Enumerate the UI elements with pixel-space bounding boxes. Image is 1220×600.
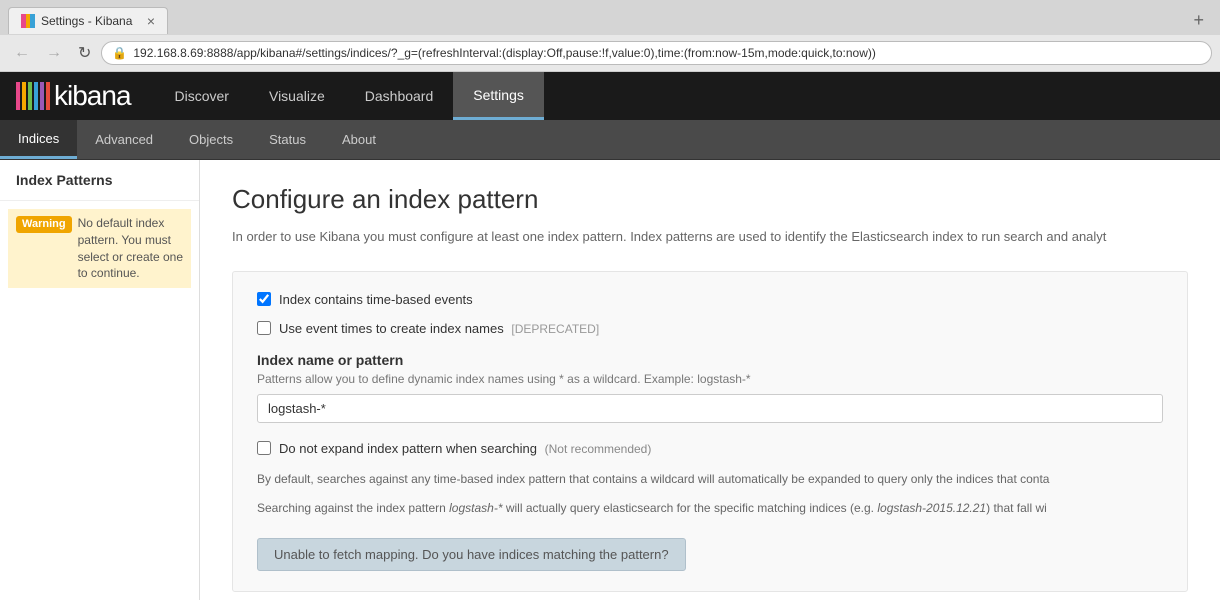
logo-stripes	[16, 82, 50, 110]
refresh-button[interactable]: ↻	[72, 39, 97, 67]
nav-item-settings[interactable]: Settings	[453, 72, 544, 120]
expand-desc-1: By default, searches against any time-ba…	[257, 470, 1163, 489]
kibana-wordmark: kibana	[54, 80, 131, 112]
warning-box: Warning No default index pattern. You mu…	[8, 209, 191, 288]
subnav-item-objects[interactable]: Objects	[171, 120, 251, 159]
expand-desc-2: Searching against the index pattern logs…	[257, 499, 1163, 518]
fetch-mapping-button[interactable]: Unable to fetch mapping. Do you have ind…	[257, 538, 686, 571]
logo-stripe	[34, 82, 38, 110]
nav-item-discover[interactable]: Discover	[155, 72, 249, 120]
page-description: In order to use Kibana you must configur…	[232, 227, 1188, 247]
nav-item-visualize[interactable]: Visualize	[249, 72, 345, 120]
subnav-item-about[interactable]: About	[324, 120, 394, 159]
tab-title: Settings - Kibana	[41, 14, 139, 28]
index-name-section: Index name or pattern Patterns allow you…	[257, 352, 1163, 423]
back-button[interactable]: ←	[8, 40, 36, 66]
warning-text: No default index pattern. You must selec…	[78, 215, 183, 282]
field-label: Index name or pattern	[257, 352, 1163, 368]
logo-stripe	[28, 82, 32, 110]
subnav-item-indices[interactable]: Indices	[0, 120, 77, 159]
sidebar: Index Patterns Warning No default index …	[0, 160, 200, 600]
subnav-item-status[interactable]: Status	[251, 120, 324, 159]
close-tab-button[interactable]: ×	[147, 13, 155, 29]
logo-stripe	[40, 82, 44, 110]
favicon-icon	[21, 14, 35, 28]
warning-badge: Warning	[16, 216, 72, 233]
checkbox-time-based-row: Index contains time-based events	[257, 292, 1163, 307]
checkbox-no-expand[interactable]	[257, 441, 271, 455]
tab-bar: Settings - Kibana × +	[0, 0, 1220, 35]
address-text: 192.168.8.69:8888/app/kibana#/settings/i…	[133, 46, 876, 60]
nav-item-dashboard[interactable]: Dashboard	[345, 72, 454, 120]
checkbox-event-times-label: Use event times to create index names [D…	[279, 321, 599, 336]
kibana-main-nav: DiscoverVisualizeDashboardSettings	[155, 72, 544, 120]
checkbox-no-expand-label: Do not expand index pattern when searchi…	[279, 441, 651, 456]
address-bar[interactable]: 🔒 192.168.8.69:8888/app/kibana#/settings…	[101, 41, 1212, 65]
not-recommended-tag: (Not recommended)	[545, 442, 652, 456]
deprecated-tag: [DEPRECATED]	[511, 322, 599, 336]
new-tab-button[interactable]: +	[1185, 6, 1212, 35]
settings-subnav: IndicesAdvancedObjectsStatusAbout	[0, 120, 1220, 160]
browser-nav-bar: ← → ↻ 🔒 192.168.8.69:8888/app/kibana#/se…	[0, 35, 1220, 71]
browser-chrome: Settings - Kibana × + ← → ↻ 🔒 192.168.8.…	[0, 0, 1220, 72]
subnav-item-advanced[interactable]: Advanced	[77, 120, 171, 159]
logo-stripe	[46, 82, 50, 110]
browser-window: Settings - Kibana × + ← → ↻ 🔒 192.168.8.…	[0, 0, 1220, 600]
checkbox-event-times-row: Use event times to create index names [D…	[257, 321, 1163, 336]
logstash-em-1: logstash-*	[449, 501, 502, 515]
forward-button[interactable]: →	[40, 40, 68, 66]
kibana-logo: kibana	[0, 80, 147, 112]
logo-stripe	[16, 82, 20, 110]
field-hint: Patterns allow you to define dynamic ind…	[257, 372, 1163, 386]
checkbox-time-based-label: Index contains time-based events	[279, 292, 473, 307]
active-tab[interactable]: Settings - Kibana ×	[8, 7, 168, 34]
kibana-header: kibana DiscoverVisualizeDashboardSetting…	[0, 72, 1220, 120]
checkbox-event-times[interactable]	[257, 321, 271, 335]
logstash-em-2: logstash-2015.12.21	[877, 501, 986, 515]
main-layout: Index Patterns Warning No default index …	[0, 160, 1220, 600]
checkbox-time-based[interactable]	[257, 292, 271, 306]
sidebar-title: Index Patterns	[0, 160, 199, 201]
index-pattern-input[interactable]	[257, 394, 1163, 423]
checkbox-no-expand-row: Do not expand index pattern when searchi…	[257, 441, 1163, 456]
logo-stripe	[22, 82, 26, 110]
lock-icon: 🔒	[112, 46, 127, 60]
form-section: Index contains time-based events Use eve…	[232, 271, 1188, 592]
content-area: Configure an index pattern In order to u…	[200, 160, 1220, 600]
page-title: Configure an index pattern	[232, 184, 1188, 215]
